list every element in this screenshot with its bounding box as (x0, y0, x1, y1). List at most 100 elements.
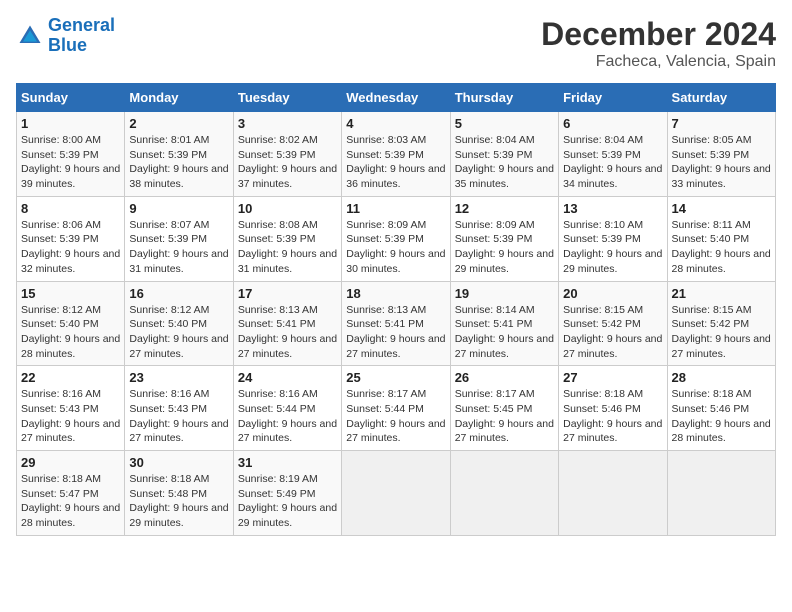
day-detail: Sunrise: 8:17 AM Sunset: 5:45 PM Dayligh… (455, 387, 554, 446)
day-detail: Sunrise: 8:06 AM Sunset: 5:39 PM Dayligh… (21, 218, 120, 277)
day-detail: Sunrise: 8:08 AM Sunset: 5:39 PM Dayligh… (238, 218, 337, 277)
header-wednesday: Wednesday (342, 84, 450, 112)
day-number: 11 (346, 201, 445, 216)
day-detail: Sunrise: 8:13 AM Sunset: 5:41 PM Dayligh… (346, 303, 445, 362)
day-detail: Sunrise: 8:11 AM Sunset: 5:40 PM Dayligh… (672, 218, 771, 277)
header-tuesday: Tuesday (233, 84, 341, 112)
table-row: 12Sunrise: 8:09 AM Sunset: 5:39 PM Dayli… (450, 196, 558, 281)
header-sunday: Sunday (17, 84, 125, 112)
day-detail: Sunrise: 8:18 AM Sunset: 5:46 PM Dayligh… (672, 387, 771, 446)
table-row: 11 Sunrise: 8:09 AM Sunset: 5:39 PM Dayli… (342, 196, 450, 281)
day-detail: Sunrise: 8:02 AM Sunset: 5:39 PM Dayligh… (238, 133, 337, 192)
day-detail: Sunrise: 8:19 AM Sunset: 5:49 PM Dayligh… (238, 472, 337, 531)
table-row: 2 Sunrise: 8:01 AM Sunset: 5:39 PM Daylig… (125, 112, 233, 197)
day-number: 20 (563, 286, 662, 301)
table-row: 31 Sunrise: 8:19 AM Sunset: 5:49 PM Dayli… (233, 451, 341, 536)
day-number: 17 (238, 286, 337, 301)
day-detail: Sunrise: 8:09 AM Sunset: 5:39 PM Dayligh… (346, 218, 445, 277)
day-number: 2 (129, 116, 228, 131)
day-number: 22 (21, 370, 120, 385)
day-detail: Sunrise: 8:18 AM Sunset: 5:48 PM Dayligh… (129, 472, 228, 531)
table-row: 8 Sunrise: 8:06 AM Sunset: 5:39 PM Daylig… (17, 196, 125, 281)
page-header: General Blue December 2024 Facheca, Vale… (16, 16, 776, 71)
logo-icon (16, 22, 44, 50)
table-row: 4Sunrise: 8:03 AM Sunset: 5:39 PM Daylig… (342, 112, 450, 197)
calendar-header-row: Sunday Monday Tuesday Wednesday Thursday… (17, 84, 776, 112)
table-row: 3 Sunrise: 8:02 AM Sunset: 5:39 PM Daylig… (233, 112, 341, 197)
calendar-week-row: 1 Sunrise: 8:00 AM Sunset: 5:39 PM Daylig… (17, 112, 776, 197)
table-row: 29 Sunrise: 8:18 AM Sunset: 5:47 PM Dayli… (17, 451, 125, 536)
day-detail: Sunrise: 8:09 AM Sunset: 5:39 PM Dayligh… (455, 218, 554, 277)
day-detail: Sunrise: 8:12 AM Sunset: 5:40 PM Dayligh… (21, 303, 120, 362)
day-number: 5 (455, 116, 554, 131)
day-number: 31 (238, 455, 337, 470)
logo-text: General Blue (48, 16, 115, 56)
table-row: 28 Sunrise: 8:18 AM Sunset: 5:46 PM Dayli… (667, 366, 775, 451)
day-detail: Sunrise: 8:18 AM Sunset: 5:46 PM Dayligh… (563, 387, 662, 446)
table-row (667, 451, 775, 536)
table-row: 27 Sunrise: 8:18 AM Sunset: 5:46 PM Dayli… (559, 366, 667, 451)
month-title: December 2024 (541, 16, 776, 53)
day-number: 19 (455, 286, 554, 301)
table-row: 22 Sunrise: 8:16 AM Sunset: 5:43 PM Dayli… (17, 366, 125, 451)
table-row: 26 Sunrise: 8:17 AM Sunset: 5:45 PM Dayli… (450, 366, 558, 451)
header-monday: Monday (125, 84, 233, 112)
day-number: 24 (238, 370, 337, 385)
day-detail: Sunrise: 8:03 AM Sunset: 5:39 PM Dayligh… (346, 133, 445, 192)
table-row: 6 Sunrise: 8:04 AM Sunset: 5:39 PM Daylig… (559, 112, 667, 197)
day-number: 6 (563, 116, 662, 131)
day-detail: Sunrise: 8:18 AM Sunset: 5:47 PM Dayligh… (21, 472, 120, 531)
table-row (450, 451, 558, 536)
day-detail: Sunrise: 8:10 AM Sunset: 5:39 PM Dayligh… (563, 218, 662, 277)
calendar-week-row: 8 Sunrise: 8:06 AM Sunset: 5:39 PM Daylig… (17, 196, 776, 281)
table-row: 23 Sunrise: 8:16 AM Sunset: 5:43 PM Dayli… (125, 366, 233, 451)
table-row (342, 451, 450, 536)
header-friday: Friday (559, 84, 667, 112)
title-section: December 2024 Facheca, Valencia, Spain (541, 16, 776, 71)
table-row: 9Sunrise: 8:07 AM Sunset: 5:39 PM Daylig… (125, 196, 233, 281)
logo-general: General (48, 15, 115, 35)
day-number: 26 (455, 370, 554, 385)
day-detail: Sunrise: 8:00 AM Sunset: 5:39 PM Dayligh… (21, 133, 120, 192)
day-number: 1 (21, 116, 120, 131)
calendar-table: Sunday Monday Tuesday Wednesday Thursday… (16, 83, 776, 536)
calendar-week-row: 22 Sunrise: 8:16 AM Sunset: 5:43 PM Dayli… (17, 366, 776, 451)
day-number: 8 (21, 201, 120, 216)
day-number: 21 (672, 286, 771, 301)
logo: General Blue (16, 16, 115, 56)
day-number: 29 (21, 455, 120, 470)
day-number: 27 (563, 370, 662, 385)
day-number: 30 (129, 455, 228, 470)
day-number: 10 (238, 201, 337, 216)
day-detail: Sunrise: 8:05 AM Sunset: 5:39 PM Dayligh… (672, 133, 771, 192)
header-thursday: Thursday (450, 84, 558, 112)
day-number: 25 (346, 370, 445, 385)
table-row: 7Sunrise: 8:05 AM Sunset: 5:39 PM Daylig… (667, 112, 775, 197)
day-detail: Sunrise: 8:04 AM Sunset: 5:39 PM Dayligh… (563, 133, 662, 192)
calendar-week-row: 15 Sunrise: 8:12 AM Sunset: 5:40 PM Dayli… (17, 281, 776, 366)
table-row: 19Sunrise: 8:14 AM Sunset: 5:41 PM Dayli… (450, 281, 558, 366)
day-number: 16 (129, 286, 228, 301)
day-detail: Sunrise: 8:16 AM Sunset: 5:43 PM Dayligh… (21, 387, 120, 446)
day-number: 3 (238, 116, 337, 131)
day-detail: Sunrise: 8:16 AM Sunset: 5:43 PM Dayligh… (129, 387, 228, 446)
day-detail: Sunrise: 8:01 AM Sunset: 5:39 PM Dayligh… (129, 133, 228, 192)
table-row: 30 Sunrise: 8:18 AM Sunset: 5:48 PM Dayli… (125, 451, 233, 536)
day-detail: Sunrise: 8:15 AM Sunset: 5:42 PM Dayligh… (672, 303, 771, 362)
table-row: 14Sunrise: 8:11 AM Sunset: 5:40 PM Dayli… (667, 196, 775, 281)
day-number: 23 (129, 370, 228, 385)
day-detail: Sunrise: 8:13 AM Sunset: 5:41 PM Dayligh… (238, 303, 337, 362)
table-row: 10 Sunrise: 8:08 AM Sunset: 5:39 PM Dayli… (233, 196, 341, 281)
table-row: 20 Sunrise: 8:15 AM Sunset: 5:42 PM Dayli… (559, 281, 667, 366)
day-detail: Sunrise: 8:16 AM Sunset: 5:44 PM Dayligh… (238, 387, 337, 446)
day-detail: Sunrise: 8:12 AM Sunset: 5:40 PM Dayligh… (129, 303, 228, 362)
day-number: 9 (129, 201, 228, 216)
calendar-week-row: 29 Sunrise: 8:18 AM Sunset: 5:47 PM Dayli… (17, 451, 776, 536)
day-detail: Sunrise: 8:15 AM Sunset: 5:42 PM Dayligh… (563, 303, 662, 362)
logo-blue: Blue (48, 36, 115, 56)
table-row: 25Sunrise: 8:17 AM Sunset: 5:44 PM Dayli… (342, 366, 450, 451)
day-number: 13 (563, 201, 662, 216)
table-row: 21 Sunrise: 8:15 AM Sunset: 5:42 PM Dayli… (667, 281, 775, 366)
day-number: 28 (672, 370, 771, 385)
day-number: 15 (21, 286, 120, 301)
